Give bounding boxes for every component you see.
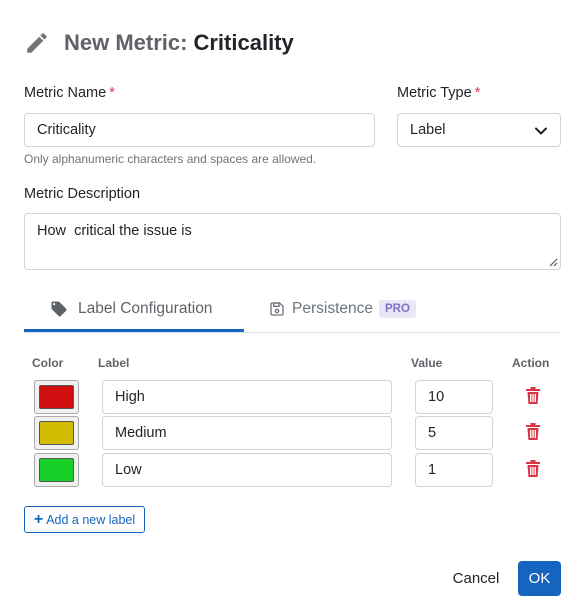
column-header-label: Label (98, 356, 130, 370)
column-header-action: Action (512, 356, 550, 370)
required-mark: * (474, 85, 481, 101)
color-swatch (39, 421, 74, 445)
value-input[interactable]: 5 (415, 416, 493, 450)
required-mark: * (109, 85, 115, 101)
metric-type-select[interactable]: Label (397, 113, 561, 147)
column-header-value: Value (411, 356, 443, 370)
metric-description-value: How critical the issue is (37, 223, 192, 239)
label-value: Low (115, 462, 142, 478)
pro-badge: PRO (378, 299, 416, 318)
ok-button[interactable]: OK (518, 561, 561, 596)
color-swatch (39, 385, 74, 409)
color-picker[interactable] (34, 380, 79, 414)
color-picker[interactable] (34, 416, 79, 450)
tab-label-configuration-label: Label Configuration (78, 299, 213, 317)
metric-type-label-text: Metric Type (397, 85, 472, 101)
dialog-title: New Metric: Criticality (24, 28, 294, 58)
color-picker[interactable] (34, 453, 79, 487)
metric-description-label: Metric Description (24, 186, 141, 202)
chevron-down-icon (535, 127, 547, 135)
label-value: High (115, 389, 145, 405)
title-metric-name: Criticality (193, 30, 294, 55)
value-value: 10 (428, 389, 445, 405)
metric-type-value: Label (410, 122, 446, 138)
add-label-button[interactable]: + Add a new label (24, 506, 145, 533)
column-header-color: Color (32, 356, 64, 370)
metric-name-help: Only alphanumeric characters and spaces … (24, 152, 317, 166)
label-input[interactable]: Medium (102, 416, 392, 450)
save-icon (270, 301, 284, 316)
trash-icon[interactable] (525, 460, 541, 478)
value-value: 5 (428, 425, 437, 441)
metric-description-textarea[interactable]: How critical the issue is (24, 213, 561, 270)
trash-icon[interactable] (525, 423, 541, 441)
value-input[interactable]: 1 (415, 453, 493, 487)
value-value: 1 (428, 462, 437, 478)
label-input[interactable]: Low (102, 453, 392, 487)
tab-persistence[interactable]: Persistence PRO (269, 285, 416, 332)
plus-icon: + (33, 510, 44, 528)
metric-name-value: Criticality (37, 122, 96, 138)
label-input[interactable]: High (102, 380, 392, 414)
title-prefix: New Metric: (64, 30, 188, 55)
resize-grip-icon[interactable] (548, 257, 558, 267)
tab-label-configuration[interactable]: Label Configuration (50, 285, 212, 332)
metric-type-label: Metric Type * (397, 85, 480, 101)
metric-name-label: Metric Name * (24, 85, 115, 101)
pencil-icon (27, 33, 47, 53)
tag-icon (51, 301, 67, 316)
cancel-button[interactable]: Cancel (446, 561, 506, 595)
metric-name-label-text: Metric Name (24, 85, 107, 101)
value-input[interactable]: 10 (415, 380, 493, 414)
color-swatch (39, 458, 74, 482)
trash-icon[interactable] (525, 387, 541, 405)
active-tab-indicator (24, 329, 244, 332)
label-value: Medium (115, 425, 167, 441)
add-label-button-text: Add a new label (46, 512, 136, 527)
tab-persistence-label: Persistence (292, 299, 373, 317)
metric-name-input[interactable]: Criticality (24, 113, 375, 147)
tabs: Label Configuration Persistence PRO (24, 285, 561, 333)
